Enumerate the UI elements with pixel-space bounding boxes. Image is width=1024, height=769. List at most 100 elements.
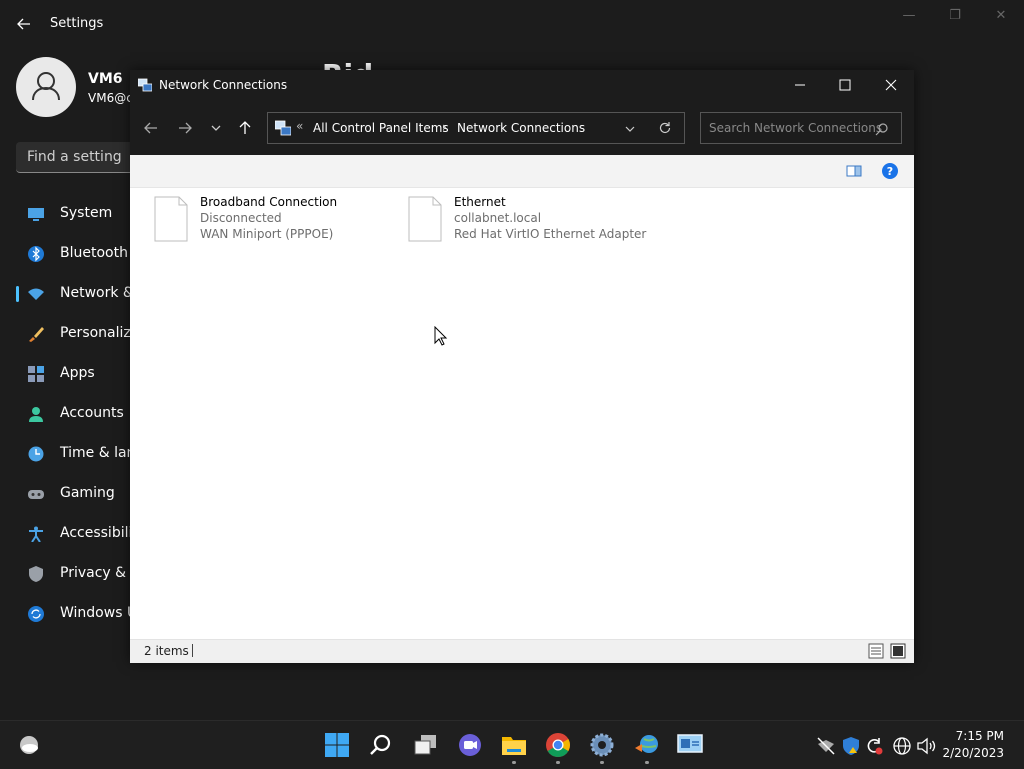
user-name: VM6 [88,71,123,87]
help-icon[interactable]: ? [882,163,898,179]
details-view-icon[interactable] [868,643,884,659]
back-button[interactable] [139,116,163,140]
breadcrumb-all-control-panel-items[interactable]: All Control Panel Items [313,121,449,135]
task-view-button[interactable] [411,730,441,760]
connection-status: collabnet.local [454,211,542,225]
nav-item-gaming[interactable]: Gaming [16,474,136,514]
connection-name: Broadband Connection [200,195,338,209]
nav-item-bluetooth[interactable]: Bluetooth & [16,234,143,274]
forward-arrow-icon [179,122,192,134]
nav-item-system[interactable]: System [16,194,136,234]
control-panel-icon [677,734,703,753]
wifi-icon [28,288,44,300]
connection-name: Ethernet [454,195,506,209]
settings-title: Settings [50,16,104,31]
minimize-button[interactable]: — [886,8,932,28]
monitor-icon [28,208,44,221]
address-bar[interactable]: « All Control Panel Items › Network Conn… [267,112,685,144]
running-indicator [600,761,604,764]
nav-item-apps[interactable]: Apps [16,354,136,394]
search-icon [370,734,391,755]
up-button[interactable] [233,116,257,140]
close-button[interactable] [868,70,914,101]
apps-icon [28,366,44,382]
breadcrumb-network-connections[interactable]: Network Connections [457,121,585,135]
start-button[interactable] [322,730,352,760]
app-button[interactable] [632,730,662,764]
nav-item-time-language[interactable]: Time & lang [16,434,144,474]
control-panel-button[interactable] [675,730,705,760]
search-network-connections-input[interactable]: Search Network Connections [700,112,902,144]
tiles-view-icon[interactable] [890,643,906,659]
breadcrumb-separator[interactable]: › [442,120,447,134]
settings-icon [590,733,614,757]
clock-date[interactable]: 2/20/2023 [938,746,1004,760]
nav-label: Gaming [60,485,115,501]
sync-icon[interactable] [864,736,884,756]
window-title: Network Connections [159,78,288,92]
start-icon [325,733,349,757]
nav-item-accessibility[interactable]: Accessibility [16,514,146,554]
status-bar: 2 items [130,639,914,663]
maximize-icon [839,79,851,91]
accessibility-icon [29,526,43,542]
user-email: VM6@c [88,91,133,105]
close-button[interactable]: ✕ [978,8,1024,28]
nav-item-personalization[interactable]: Personaliza [16,314,140,354]
window-titlebar[interactable]: Network Connections [130,70,914,101]
app-icon [635,735,658,753]
nav-label: Network & [60,285,134,301]
running-indicator [512,761,516,764]
minimize-button[interactable] [777,70,823,101]
connections-list: Broadband Connection Disconnected WAN Mi… [130,188,914,639]
globe-icon[interactable] [892,736,912,756]
taskbar-search-button[interactable] [366,730,396,760]
forward-button[interactable] [173,116,197,140]
connection-device: WAN Miniport (PPPOE) [200,227,334,241]
nav-item-privacy[interactable]: Privacy & se [16,554,146,594]
security-icon[interactable] [841,736,861,756]
nav-item-windows-update[interactable]: Windows U [16,594,137,634]
command-bar: ? [130,155,914,188]
restore-button[interactable]: ❐ [932,8,978,28]
clock-time[interactable]: 7:15 PM [948,729,1004,743]
running-indicator [645,761,649,764]
chrome-icon [546,733,570,757]
refresh-icon[interactable] [658,121,672,135]
file-explorer-button[interactable] [499,730,529,764]
maximize-button[interactable] [822,70,868,101]
nav-label: Accounts [60,405,124,421]
back-arrow-icon[interactable] [14,14,34,34]
volume-icon[interactable] [916,736,936,756]
network-disconnected-icon[interactable] [816,736,836,756]
preview-pane-icon[interactable] [846,163,862,179]
search-placeholder: Find a setting [27,149,122,165]
nav-item-accounts[interactable]: Accounts [16,394,136,434]
chat-icon [459,734,481,756]
navigation-toolbar: « All Control Panel Items › Network Conn… [130,101,914,155]
nav-label: Personaliza [60,325,140,341]
chat-button[interactable] [455,730,485,760]
avatar[interactable] [16,57,76,117]
shield-icon [29,566,43,582]
recent-locations-button[interactable] [204,116,228,140]
network-connections-icon [138,78,152,92]
clock-globe-icon [28,446,44,462]
settings-search-input[interactable]: Find a setting [16,142,146,173]
nav-label: Apps [60,365,95,381]
weather-icon[interactable] [18,734,40,756]
nav-item-network[interactable]: Network & [16,274,136,314]
address-dropdown-icon[interactable] [624,123,636,135]
connection-device: Red Hat VirtIO Ethernet Adapter [454,227,647,241]
back-arrow-icon [144,122,157,134]
address-overflow-button[interactable]: « [296,119,303,133]
settings-button[interactable] [587,730,617,764]
bluetooth-icon [28,246,44,262]
person-icon [32,72,60,101]
document-icon [408,196,442,242]
close-icon [885,79,897,91]
nav-label: System [60,205,113,221]
minimize-icon [795,84,805,86]
file-explorer-icon [502,737,526,755]
chrome-button[interactable] [543,730,573,764]
